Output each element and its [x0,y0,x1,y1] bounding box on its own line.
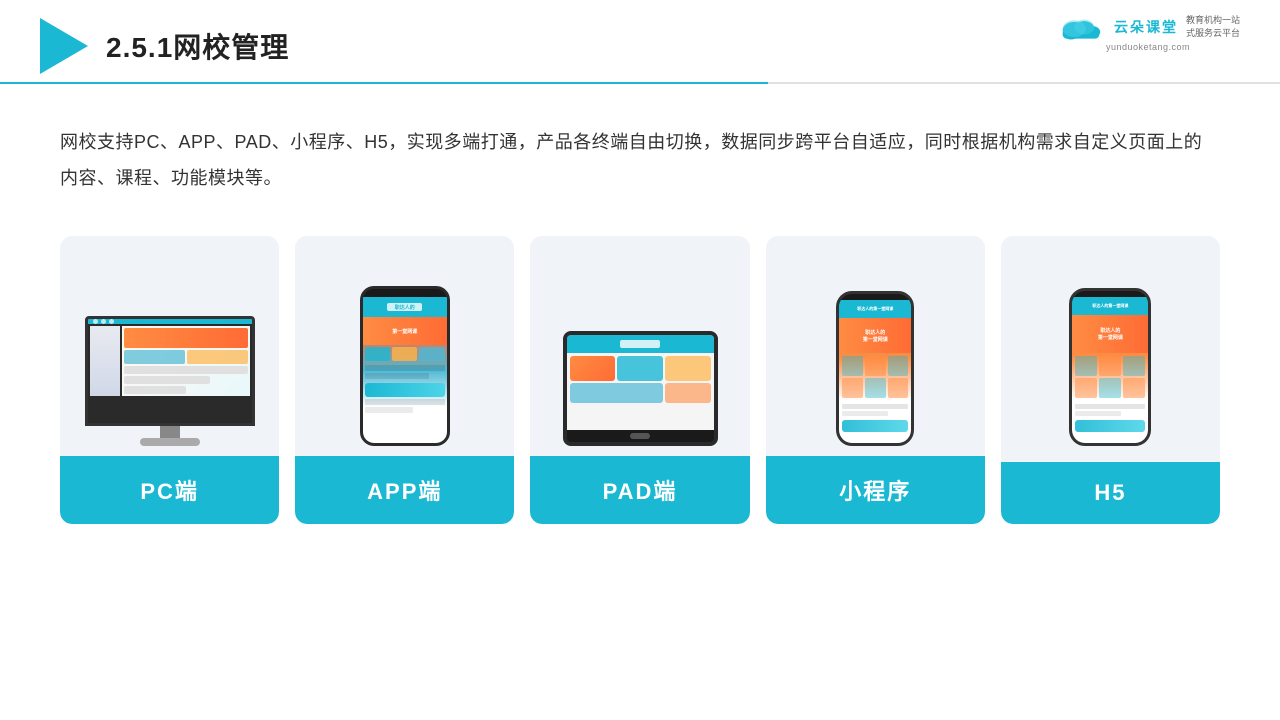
brand-name-cn: 云朵课堂 [1114,17,1178,37]
card-h5-label: H5 [1001,462,1220,524]
cards-container: PC端 职达人的 第一堂网课 [60,236,1220,524]
card-h5: 职达人的第一堂网课 职达人的第一堂网课 [1001,236,1220,524]
tablet-device-icon [563,331,718,446]
card-mini: 职达人的第一堂网课 职达人的第一堂网课 [766,236,985,524]
card-mini-image: 职达人的第一堂网课 职达人的第一堂网课 [776,256,975,456]
cloud-icon [1056,12,1106,42]
card-pc-label: PC端 [60,456,279,524]
card-mini-label: 小程序 [766,456,985,524]
h5-phone-icon: 职达人的第一堂网课 职达人的第一堂网课 [1069,288,1151,446]
header: 2.5.1网校管理 云朵课堂 教育机构一站式服务云平台 yunduoketang… [0,0,1280,74]
header-divider [0,82,1280,84]
brand-url: yunduoketang.com [1106,42,1190,52]
card-pad: PAD端 [530,236,749,524]
card-pc: PC端 [60,236,279,524]
page-title: 2.5.1网校管理 [106,26,289,66]
logo-triangle-icon [40,18,88,74]
pc-monitor-icon [85,316,255,446]
phone-device-icon: 职达人的 第一堂网课 [360,286,450,446]
description-text: 网校支持PC、APP、PAD、小程序、H5，实现多端打通，产品各终端自由切换，数… [60,124,1220,196]
card-pad-image [540,256,739,456]
brand-logo: 云朵课堂 教育机构一站式服务云平台 yunduoketang.com [1056,12,1240,52]
brand-tagline: 教育机构一站式服务云平台 [1186,14,1240,39]
description-paragraph: 网校支持PC、APP、PAD、小程序、H5，实现多端打通，产品各终端自由切换，数… [60,124,1220,196]
card-app-image: 职达人的 第一堂网课 [305,256,504,456]
card-h5-image: 职达人的第一堂网课 职达人的第一堂网课 [1011,256,1210,456]
card-pad-label: PAD端 [530,456,749,524]
card-app-label: APP端 [295,456,514,524]
mini-phone-icon: 职达人的第一堂网课 职达人的第一堂网课 [836,291,914,446]
card-pc-image [70,256,269,456]
card-app: 职达人的 第一堂网课 [295,236,514,524]
